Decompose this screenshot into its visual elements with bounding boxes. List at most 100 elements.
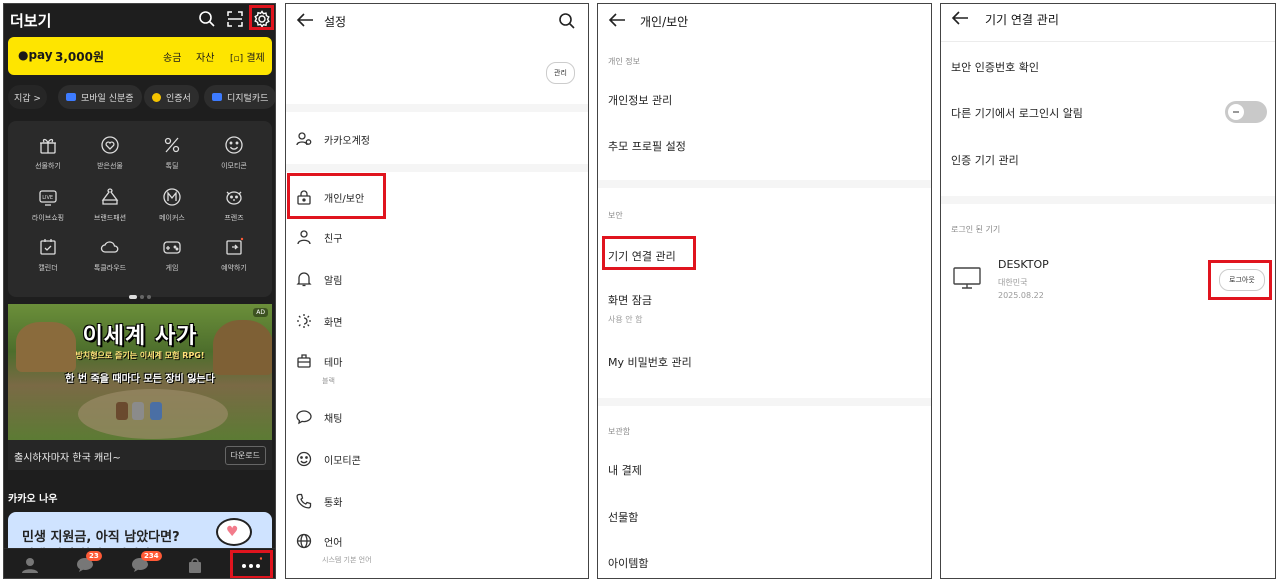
- page-title: 더보기: [10, 12, 52, 30]
- banner-title: 이세계 사가: [82, 324, 198, 349]
- dress-icon: [100, 187, 120, 207]
- shopping-bag-icon[interactable]: [186, 557, 204, 573]
- manage-button[interactable]: 관리: [546, 62, 575, 84]
- digital-card-chip[interactable]: 디지털카드: [204, 85, 275, 109]
- promo-line1: 민생 지원금, 아직 남았다면?: [22, 530, 180, 545]
- grid-item-makers[interactable]: 메이커스: [142, 187, 202, 223]
- section-divider: [286, 104, 588, 112]
- chat-icon[interactable]: 23: [76, 551, 102, 573]
- certificate-icon: [152, 92, 161, 102]
- personal-info-manage-item[interactable]: 개인정보 관리: [608, 92, 672, 108]
- security-code-verify-item[interactable]: 보안 인증번호 확인: [951, 59, 1039, 75]
- qr-icon: [▫]: [230, 54, 244, 64]
- friends-face-icon: [224, 187, 244, 207]
- grid-label: 예약하기: [221, 264, 247, 272]
- item-box-item[interactable]: 아이템함: [608, 555, 648, 571]
- send-button[interactable]: 송금: [163, 49, 181, 64]
- chat-bubble-icon: [296, 409, 312, 425]
- grid-item-friends[interactable]: 프렌즈: [204, 187, 264, 223]
- menu-label: 테마: [324, 357, 343, 369]
- back-arrow-icon[interactable]: [951, 10, 969, 26]
- logout-button[interactable]: 로그아웃: [1219, 269, 1265, 291]
- menu-item-notifications[interactable]: 알림: [296, 268, 342, 290]
- menu-item-theme[interactable]: 테마: [296, 350, 342, 372]
- gear-icon[interactable]: [253, 10, 271, 28]
- grid-label: 톡딜: [165, 162, 179, 170]
- grid-label: 선물하기: [35, 162, 61, 170]
- my-payment-item[interactable]: 내 결제: [608, 462, 642, 478]
- unread-badge: 23: [86, 551, 102, 561]
- banner-subtitle: 방치형으로 즐기는 이세계 모험 RPG!: [75, 351, 205, 360]
- grid-item-emoticon[interactable]: 이모티콘: [204, 135, 264, 171]
- live-tv-icon: LIVE: [38, 187, 58, 207]
- section-title: 카카오 나우: [8, 494, 58, 505]
- more-dots-icon[interactable]: [240, 557, 262, 573]
- grid-item-calendar[interactable]: 캘린더: [18, 237, 78, 273]
- more-screen: 더보기 ●pay 3,000원 송금 자산 [▫] 결제 지갑 > 모바일 신분…: [3, 3, 276, 579]
- search-icon[interactable]: [558, 12, 576, 30]
- menu-item-display[interactable]: 화면: [296, 310, 342, 332]
- menu-label: 화면: [324, 317, 343, 329]
- grid-item-gift[interactable]: 선물하기: [18, 135, 78, 171]
- grid-label: 톡클라우드: [93, 264, 127, 272]
- grid-item-talk-cloud[interactable]: 톡클라우드: [80, 237, 140, 273]
- percent-icon: [162, 135, 182, 155]
- grid-item-brand-fashion[interactable]: 브랜드패션: [80, 187, 140, 223]
- asset-button[interactable]: 자산: [196, 49, 214, 64]
- wallet-chip-row: 지갑 > 모바일 신분증 인증서 디지털카드: [4, 85, 275, 111]
- page-title: 개인/보안: [640, 15, 689, 29]
- menu-item-call[interactable]: 통화: [296, 490, 342, 512]
- password-manage-item[interactable]: My 비밀번호 관리: [608, 354, 692, 370]
- payment-button[interactable]: [▫] 결제: [230, 49, 265, 64]
- person-icon[interactable]: [21, 557, 39, 573]
- download-button[interactable]: 다운로드: [224, 446, 266, 465]
- pay-balance: 3,000원: [55, 50, 104, 64]
- grid-item-talkdeal[interactable]: 톡딜: [142, 135, 202, 171]
- grid-item-live-shopping[interactable]: LIVE 라이브쇼핑: [18, 187, 78, 223]
- game-ad-banner[interactable]: AD 이세계 사가 방치형으로 즐기는 이세계 모험 RPG! 한 번 죽을 때…: [8, 304, 272, 440]
- grid-item-received-gift[interactable]: 받은선물: [80, 135, 140, 171]
- reserve-icon: [224, 237, 244, 257]
- mobile-id-chip[interactable]: 모바일 신분증: [58, 85, 142, 109]
- gamepad-icon: [162, 237, 182, 257]
- banner-caption-bar: 출시하자마자 한국 캐리~ 다운로드: [8, 440, 272, 470]
- menu-item-privacy-security[interactable]: 개인/보안: [296, 186, 364, 208]
- menu-sublabel: 시스템 기본 언어: [322, 556, 372, 564]
- login-alert-toggle[interactable]: [1225, 101, 1267, 123]
- menu-label: 친구: [324, 233, 343, 245]
- memorial-profile-item[interactable]: 추모 프로필 설정: [608, 138, 686, 154]
- back-arrow-icon[interactable]: [296, 12, 314, 28]
- pay-logo: ●pay: [18, 48, 53, 62]
- menu-item-friends[interactable]: 친구: [296, 226, 342, 248]
- certificate-chip[interactable]: 인증서: [144, 85, 199, 109]
- menu-item-chat[interactable]: 채팅: [296, 406, 342, 428]
- page-title: 설정: [324, 15, 347, 29]
- device-connection-screen: 기기 연결 관리 보안 인증번호 확인 다른 기기에서 로그인시 알림 인증 기…: [940, 3, 1276, 579]
- gift-icon: [38, 135, 58, 155]
- scan-icon[interactable]: [226, 10, 244, 28]
- privacy-security-screen: 개인/보안 개인 정보 개인정보 관리 추모 프로필 설정 보안 기기 연결 관…: [597, 3, 932, 579]
- wallet-chip[interactable]: 지갑 >: [8, 85, 47, 109]
- desktop-monitor-icon: [953, 266, 981, 290]
- menu-item-kakao-account[interactable]: 카카오계정: [296, 128, 370, 150]
- auth-device-manage-item[interactable]: 인증 기기 관리: [951, 152, 1019, 168]
- smile-icon: [224, 135, 244, 155]
- back-arrow-icon[interactable]: [608, 12, 626, 28]
- kakaopay-bar[interactable]: ●pay 3,000원 송금 자산 [▫] 결제: [8, 37, 272, 75]
- gift-box-item[interactable]: 선물함: [608, 509, 638, 525]
- screen-lock-item[interactable]: 화면 잠금: [608, 292, 652, 308]
- openchat-icon[interactable]: 234: [131, 551, 162, 573]
- device-connection-manage-item[interactable]: 기기 연결 관리: [608, 248, 676, 264]
- phone-icon: [296, 493, 312, 509]
- menu-item-emoticon[interactable]: 이모티콘: [296, 448, 361, 470]
- character-graphic: [116, 402, 128, 420]
- grid-item-reservation[interactable]: 예약하기: [204, 237, 264, 273]
- grid-label: 브랜드패션: [93, 214, 127, 222]
- search-icon[interactable]: [198, 10, 216, 28]
- grid-item-game[interactable]: 게임: [142, 237, 202, 273]
- toggle-knob: [1228, 104, 1244, 120]
- section-divider: [598, 180, 931, 188]
- ribbon-heart-icon: [100, 135, 120, 155]
- menu-item-language[interactable]: 언어: [296, 530, 342, 552]
- header-divider: [941, 41, 1275, 42]
